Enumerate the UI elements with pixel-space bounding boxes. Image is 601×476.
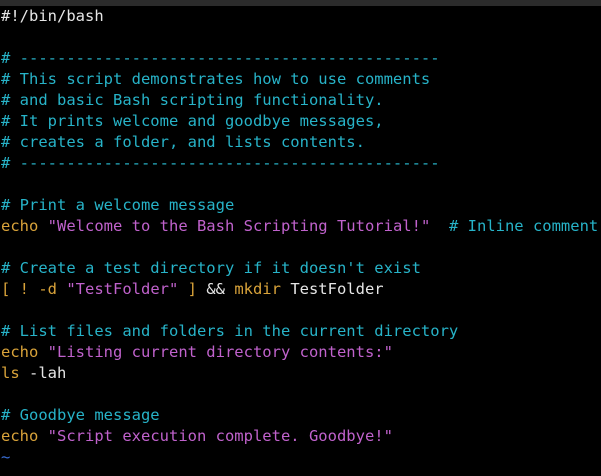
code-token-white: #!/bin/bash bbox=[1, 7, 104, 25]
code-line[interactable] bbox=[0, 174, 601, 195]
code-token-comment: # creates a folder, and lists contents. bbox=[1, 133, 365, 151]
code-line[interactable]: # Print a welcome message bbox=[0, 195, 601, 216]
code-token-comment: # Goodbye message bbox=[1, 406, 160, 424]
code-line[interactable]: echo "Welcome to the Bash Scripting Tuto… bbox=[0, 216, 601, 237]
code-line[interactable]: # Create a test directory if it doesn't … bbox=[0, 258, 601, 279]
code-token-keyword: mkdir bbox=[234, 280, 281, 298]
code-line[interactable]: [ ! -d "TestFolder" ] && mkdir TestFolde… bbox=[0, 279, 601, 300]
empty-buffer-line[interactable]: ~ bbox=[0, 447, 601, 468]
code-line[interactable]: # Goodbye message bbox=[0, 405, 601, 426]
code-token-plain: TestFolder bbox=[280, 280, 384, 298]
code-line[interactable]: # List files and folders in the current … bbox=[0, 321, 601, 342]
code-line[interactable]: # --------------------------------------… bbox=[0, 48, 601, 69]
code-line[interactable]: #!/bin/bash bbox=[0, 6, 601, 27]
code-line[interactable] bbox=[0, 27, 601, 48]
code-line[interactable]: echo "Script execution complete. Goodbye… bbox=[0, 426, 601, 447]
code-token-keyword: echo bbox=[1, 343, 48, 361]
code-token-op: ] bbox=[178, 280, 207, 298]
code-token-plain: && bbox=[206, 280, 235, 298]
code-token-string: "Welcome to the Bash Scripting Tutorial!… bbox=[47, 217, 431, 235]
code-line[interactable] bbox=[0, 300, 601, 321]
code-line[interactable]: # --------------------------------------… bbox=[0, 153, 601, 174]
code-token-keyword: ls bbox=[1, 364, 20, 382]
code-token-plain: -lah bbox=[19, 364, 67, 382]
code-editor[interactable]: #!/bin/bash # --------------------------… bbox=[0, 6, 601, 476]
code-line[interactable]: # It prints welcome and goodbye messages… bbox=[0, 111, 601, 132]
code-token-comment: # and basic Bash scripting functionality… bbox=[1, 91, 384, 109]
code-token-keyword: echo bbox=[1, 427, 48, 445]
code-token-comment: # Create a test directory if it doesn't … bbox=[1, 259, 421, 277]
code-token-op: [ ! -d bbox=[1, 280, 67, 298]
code-line[interactable] bbox=[0, 384, 601, 405]
code-token-string: "TestFolder" bbox=[66, 280, 179, 298]
code-token-comment: # List files and folders in the current … bbox=[1, 322, 459, 340]
code-token-comment: # Print a welcome message bbox=[1, 196, 235, 214]
code-line[interactable]: ls -lah bbox=[0, 363, 601, 384]
code-line[interactable] bbox=[0, 237, 601, 258]
code-line[interactable]: # and basic Bash scripting functionality… bbox=[0, 90, 601, 111]
code-line[interactable]: # This script demonstrates how to use co… bbox=[0, 69, 601, 90]
code-token-comment: # Inline comment bbox=[448, 217, 599, 235]
code-token-comment: # --------------------------------------… bbox=[1, 154, 440, 172]
code-token-comment: # This script demonstrates how to use co… bbox=[1, 70, 431, 88]
code-line[interactable]: # creates a folder, and lists contents. bbox=[0, 132, 601, 153]
code-token-comment: # It prints welcome and goodbye messages… bbox=[1, 112, 384, 130]
code-token-string: "Listing current directory contents:" bbox=[47, 343, 393, 361]
code-token-keyword: echo bbox=[1, 217, 48, 235]
code-line[interactable]: echo "Listing current directory contents… bbox=[0, 342, 601, 363]
code-token-tilde: ~ bbox=[1, 448, 11, 466]
code-token-string: "Script execution complete. Goodbye!" bbox=[47, 427, 393, 445]
code-token-comment: # --------------------------------------… bbox=[1, 49, 440, 67]
